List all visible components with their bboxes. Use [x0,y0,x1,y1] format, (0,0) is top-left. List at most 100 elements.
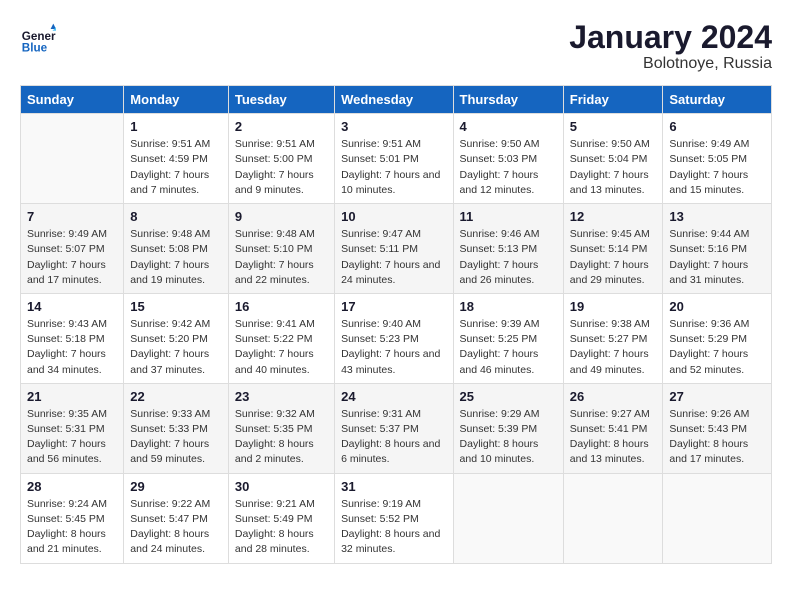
calendar-cell [21,114,124,204]
day-number: 26 [570,389,657,404]
day-number: 11 [460,209,557,224]
week-row-2: 14Sunrise: 9:43 AMSunset: 5:18 PMDayligh… [21,293,772,383]
day-info: Sunrise: 9:48 AMSunset: 5:08 PMDaylight:… [130,227,222,288]
day-info: Sunrise: 9:44 AMSunset: 5:16 PMDaylight:… [669,227,765,288]
calendar-cell: 30 Sunrise: 9:21 AMSunset: 5:49 PMDayligh… [228,473,334,563]
header-saturday: Saturday [663,86,772,114]
svg-text:Blue: Blue [22,42,48,55]
week-row-4: 28 Sunrise: 9:24 AMSunset: 5:45 PMDayligh… [21,473,772,563]
location: Bolotnoye, Russia [569,55,772,73]
day-number: 14 [27,299,117,314]
calendar-cell: 26 Sunrise: 9:27 AMSunset: 5:41 PMDayligh… [563,383,663,473]
calendar-cell: 6 Sunrise: 9:49 AMSunset: 5:05 PMDaylight… [663,114,772,204]
day-info: Sunrise: 9:22 AMSunset: 5:47 PMDaylight:… [130,497,222,558]
day-info: Sunrise: 9:24 AMSunset: 5:45 PMDaylight:… [27,497,117,558]
header-thursday: Thursday [453,86,563,114]
day-info: Sunrise: 9:39 AMSunset: 5:25 PMDaylight:… [460,317,557,378]
month-title: January 2024 [569,20,772,55]
header-monday: Monday [124,86,229,114]
day-info: Sunrise: 9:35 AMSunset: 5:31 PMDaylight:… [27,407,117,468]
day-number: 16 [235,299,328,314]
day-number: 6 [669,119,765,134]
day-number: 31 [341,479,446,494]
calendar-cell: 24Sunrise: 9:31 AMSunset: 5:37 PMDayligh… [335,383,453,473]
day-number: 17 [341,299,446,314]
day-info: Sunrise: 9:45 AMSunset: 5:14 PMDaylight:… [570,227,657,288]
day-number: 1 [130,119,222,134]
header-friday: Friday [563,86,663,114]
day-number: 19 [570,299,657,314]
day-info: Sunrise: 9:29 AMSunset: 5:39 PMDaylight:… [460,407,557,468]
day-info: Sunrise: 9:33 AMSunset: 5:33 PMDaylight:… [130,407,222,468]
calendar-cell: 4 Sunrise: 9:50 AMSunset: 5:03 PMDaylight… [453,114,563,204]
calendar-cell: 28 Sunrise: 9:24 AMSunset: 5:45 PMDayligh… [21,473,124,563]
day-number: 10 [341,209,446,224]
day-info: Sunrise: 9:41 AMSunset: 5:22 PMDaylight:… [235,317,328,378]
calendar-cell: 15Sunrise: 9:42 AMSunset: 5:20 PMDayligh… [124,293,229,383]
calendar-cell: 10 Sunrise: 9:47 AMSunset: 5:11 PMDayligh… [335,204,453,294]
day-number: 12 [570,209,657,224]
week-row-3: 21Sunrise: 9:35 AMSunset: 5:31 PMDayligh… [21,383,772,473]
calendar-cell: 29 Sunrise: 9:22 AMSunset: 5:47 PMDayligh… [124,473,229,563]
day-info: Sunrise: 9:46 AMSunset: 5:13 PMDaylight:… [460,227,557,288]
day-number: 23 [235,389,328,404]
header-sunday: Sunday [21,86,124,114]
day-number: 2 [235,119,328,134]
day-number: 20 [669,299,765,314]
day-number: 3 [341,119,446,134]
day-number: 18 [460,299,557,314]
day-number: 30 [235,479,328,494]
calendar-cell [453,473,563,563]
calendar-cell [663,473,772,563]
day-number: 28 [27,479,117,494]
day-info: Sunrise: 9:21 AMSunset: 5:49 PMDaylight:… [235,497,328,558]
calendar-cell: 7 Sunrise: 9:49 AMSunset: 5:07 PMDaylight… [21,204,124,294]
day-info: Sunrise: 9:40 AMSunset: 5:23 PMDaylight:… [341,317,446,378]
calendar-cell: 21Sunrise: 9:35 AMSunset: 5:31 PMDayligh… [21,383,124,473]
calendar-cell: 2 Sunrise: 9:51 AMSunset: 5:00 PMDaylight… [228,114,334,204]
calendar-cell: 19 Sunrise: 9:38 AMSunset: 5:27 PMDayligh… [563,293,663,383]
day-info: Sunrise: 9:47 AMSunset: 5:11 PMDaylight:… [341,227,446,288]
week-row-0: 1 Sunrise: 9:51 AMSunset: 4:59 PMDaylight… [21,114,772,204]
calendar-cell [563,473,663,563]
calendar-cell: 8 Sunrise: 9:48 AMSunset: 5:08 PMDaylight… [124,204,229,294]
day-number: 9 [235,209,328,224]
calendar-cell: 5Sunrise: 9:50 AMSunset: 5:04 PMDaylight… [563,114,663,204]
day-info: Sunrise: 9:31 AMSunset: 5:37 PMDaylight:… [341,407,446,468]
week-row-1: 7 Sunrise: 9:49 AMSunset: 5:07 PMDaylight… [21,204,772,294]
header: General Blue January 2024 Bolotnoye, Rus… [20,20,772,73]
calendar-cell: 13Sunrise: 9:44 AMSunset: 5:16 PMDayligh… [663,204,772,294]
day-info: Sunrise: 9:50 AMSunset: 5:03 PMDaylight:… [460,137,557,198]
title-block: January 2024 Bolotnoye, Russia [569,20,772,73]
calendar-cell: 11 Sunrise: 9:46 AMSunset: 5:13 PMDayligh… [453,204,563,294]
day-info: Sunrise: 9:49 AMSunset: 5:05 PMDaylight:… [669,137,765,198]
day-number: 4 [460,119,557,134]
calendar-cell: 16 Sunrise: 9:41 AMSunset: 5:22 PMDayligh… [228,293,334,383]
day-info: Sunrise: 9:36 AMSunset: 5:29 PMDaylight:… [669,317,765,378]
day-number: 29 [130,479,222,494]
day-number: 8 [130,209,222,224]
calendar-cell: 31Sunrise: 9:19 AMSunset: 5:52 PMDayligh… [335,473,453,563]
calendar-cell: 22 Sunrise: 9:33 AMSunset: 5:33 PMDayligh… [124,383,229,473]
calendar-cell: 14Sunrise: 9:43 AMSunset: 5:18 PMDayligh… [21,293,124,383]
day-info: Sunrise: 9:51 AMSunset: 5:00 PMDaylight:… [235,137,328,198]
day-number: 27 [669,389,765,404]
day-number: 25 [460,389,557,404]
calendar-page: General Blue January 2024 Bolotnoye, Rus… [0,0,792,612]
day-info: Sunrise: 9:49 AMSunset: 5:07 PMDaylight:… [27,227,117,288]
header-wednesday: Wednesday [335,86,453,114]
day-info: Sunrise: 9:51 AMSunset: 5:01 PMDaylight:… [341,137,446,198]
calendar-cell: 12 Sunrise: 9:45 AMSunset: 5:14 PMDayligh… [563,204,663,294]
day-info: Sunrise: 9:51 AMSunset: 4:59 PMDaylight:… [130,137,222,198]
calendar-cell: 27Sunrise: 9:26 AMSunset: 5:43 PMDayligh… [663,383,772,473]
day-number: 22 [130,389,222,404]
calendar-cell: 18 Sunrise: 9:39 AMSunset: 5:25 PMDayligh… [453,293,563,383]
day-info: Sunrise: 9:32 AMSunset: 5:35 PMDaylight:… [235,407,328,468]
day-info: Sunrise: 9:27 AMSunset: 5:41 PMDaylight:… [570,407,657,468]
day-number: 7 [27,209,117,224]
calendar-cell: 17 Sunrise: 9:40 AMSunset: 5:23 PMDayligh… [335,293,453,383]
day-info: Sunrise: 9:42 AMSunset: 5:20 PMDaylight:… [130,317,222,378]
day-info: Sunrise: 9:38 AMSunset: 5:27 PMDaylight:… [570,317,657,378]
day-number: 5 [570,119,657,134]
weekday-header-row: Sunday Monday Tuesday Wednesday Thursday… [21,86,772,114]
